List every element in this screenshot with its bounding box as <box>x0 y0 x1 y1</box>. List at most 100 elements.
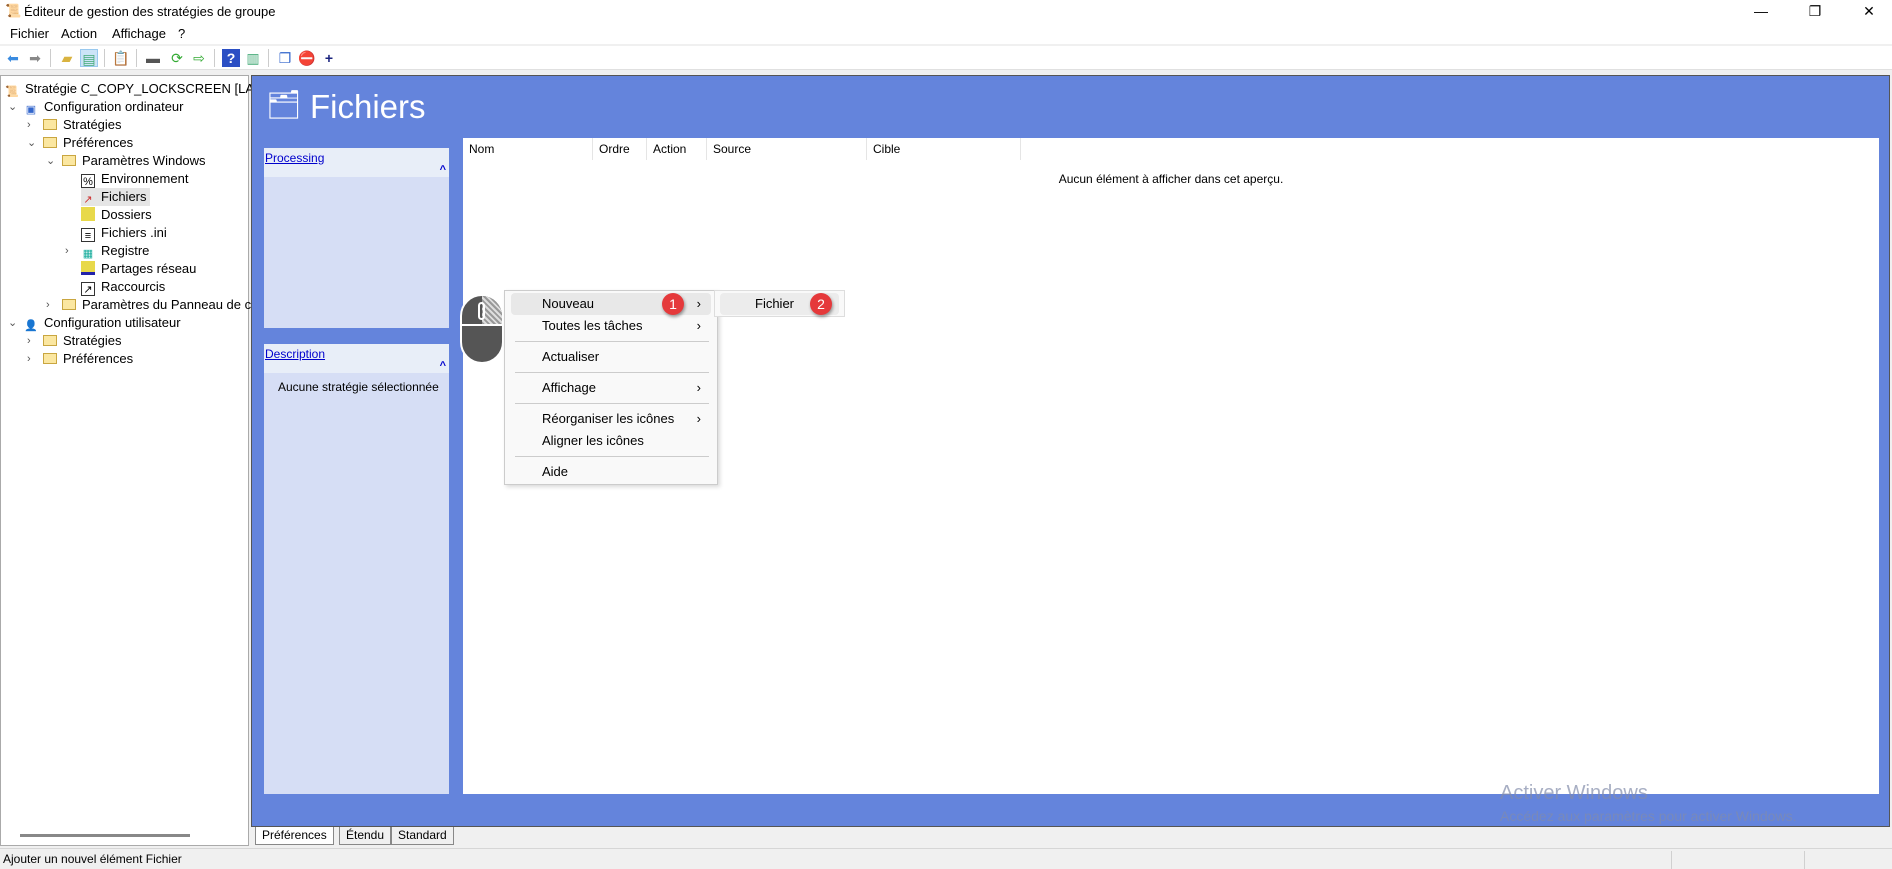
tree-item-user-preferences[interactable]: › Préférences <box>27 350 133 368</box>
export-icon[interactable]: ⇨ <box>190 49 208 67</box>
window-title: Éditeur de gestion des stratégies de gro… <box>24 4 276 19</box>
collapse-icon[interactable]: ^ <box>440 360 446 372</box>
status-bar: Ajouter un nouvel élément Fichier <box>0 848 1892 869</box>
column-ordre[interactable]: Ordre <box>593 138 647 160</box>
refresh-icon[interactable]: ⟳ <box>168 49 186 67</box>
chevron-right-icon: › <box>696 318 701 333</box>
menu-fichier[interactable]: Fichier <box>10 26 49 41</box>
tree-item-parametres-windows[interactable]: ⌄ Paramètres Windows <box>46 152 206 170</box>
menu-item-aide[interactable]: Aide <box>511 461 711 483</box>
description-link[interactable]: Description <box>265 347 325 361</box>
clipboard-icon[interactable]: 📋 <box>112 49 130 67</box>
menu-item-toutes-taches[interactable]: Toutes les tâches › <box>511 315 711 337</box>
horizontal-scrollbar[interactable] <box>20 834 190 837</box>
minimize-button[interactable]: — <box>1738 0 1784 24</box>
menu-affichage[interactable]: Affichage <box>112 26 166 41</box>
navigation-tree: 📜 Stratégie C_COPY_LOCKSCREEN [LADDS1 ⌄ ▣ C… <box>0 75 289 846</box>
menu-item-actualiser[interactable]: Actualiser <box>511 346 711 368</box>
tree-item-preferences[interactable]: ⌄ Préférences <box>27 134 133 152</box>
menu-item-affichage[interactable]: Affichage › <box>511 377 711 399</box>
files-header-icon: 🗂 <box>266 89 302 120</box>
tree-item-registre[interactable]: › ▦ Registre <box>65 242 149 260</box>
column-nom[interactable]: Nom <box>463 138 593 160</box>
folder-icon <box>62 155 76 166</box>
tree-item-user-strategies[interactable]: › Stratégies <box>27 332 122 350</box>
tab-etendu[interactable]: Étendu <box>339 827 392 845</box>
tree-root[interactable]: 📜 Stratégie C_COPY_LOCKSCREEN [LADDS1 <box>5 80 289 98</box>
forward-icon[interactable]: ➡ <box>26 49 44 67</box>
chevron-right-icon: › <box>46 299 50 311</box>
description-box: Description ^ Aucune stratégie sélectionn… <box>264 344 449 794</box>
show-hide-tree-icon[interactable]: ▤ <box>80 49 98 67</box>
menu-item-aligner[interactable]: Aligner les icônes <box>511 430 711 452</box>
menu-action[interactable]: Action <box>61 26 97 41</box>
tree-item-dossiers[interactable]: Dossiers <box>81 206 152 224</box>
tree-item-raccourcis[interactable]: ↗ Raccourcis <box>81 278 165 296</box>
tree-item-config-ordinateur[interactable]: ⌄ ▣ Configuration ordinateur <box>8 98 183 116</box>
maximize-button[interactable]: ❐ <box>1792 0 1838 24</box>
network-share-icon <box>81 261 95 275</box>
chevron-down-icon: ⌄ <box>46 155 56 167</box>
status-text: Ajouter un nouvel élément Fichier <box>3 852 182 866</box>
tab-standard[interactable]: Standard <box>391 827 454 845</box>
chevron-right-icon: › <box>696 411 701 426</box>
column-source[interactable]: Source <box>707 138 867 160</box>
folder-icon <box>43 137 57 148</box>
control-panel-icon <box>62 299 76 310</box>
processing-box: Processing ^ <box>264 148 449 328</box>
up-folder-icon[interactable]: ▰ <box>58 49 76 67</box>
folder-icon <box>43 353 57 364</box>
tree-item-environnement[interactable]: % Environnement <box>81 170 188 188</box>
chevron-down-icon: ⌄ <box>8 101 18 113</box>
menu-help[interactable]: ? <box>178 26 185 41</box>
registry-icon: ▦ <box>82 248 94 260</box>
page-title: Fichiers <box>310 88 426 125</box>
stop-icon[interactable]: ⛔ <box>298 49 316 67</box>
tree-item-partages-reseau[interactable]: Partages réseau <box>81 260 196 278</box>
tree-item-fichiers-ini[interactable]: ≡ Fichiers .ini <box>81 224 167 242</box>
processing-link[interactable]: Processing <box>265 151 324 165</box>
tree-item-config-utilisateur[interactable]: ⌄ 👤 Configuration utilisateur <box>8 314 181 332</box>
step-badge-1: 1 <box>662 293 684 315</box>
chevron-right-icon: › <box>27 119 31 131</box>
column-action[interactable]: Action <box>647 138 707 160</box>
chevron-right-icon: › <box>27 353 31 365</box>
files-icon: ↗ <box>83 194 93 206</box>
app-icon: 📜 <box>5 3 22 18</box>
add-icon[interactable]: + <box>320 49 338 67</box>
back-icon[interactable]: ⬅ <box>4 49 22 67</box>
title-bar: 📜 Éditeur de gestion des stratégies de g… <box>0 0 1892 24</box>
computer-icon: ▣ <box>25 104 37 116</box>
step-badge-2: 2 <box>810 293 832 315</box>
chevron-right-icon: › <box>27 335 31 347</box>
close-button[interactable]: ✕ <box>1846 0 1892 24</box>
menu-item-reorganiser[interactable]: Réorganiser les icônes › <box>511 408 711 430</box>
chevron-down-icon: ⌄ <box>27 137 37 149</box>
chevron-right-icon: › <box>696 296 701 311</box>
print-icon[interactable]: ▬ <box>144 49 162 67</box>
chevron-right-icon: › <box>696 380 701 395</box>
chevron-down-icon: ⌄ <box>8 317 18 329</box>
tree-item-strategies[interactable]: › Stratégies <box>27 116 122 134</box>
shortcut-icon: ↗ <box>81 282 95 296</box>
folder-icon <box>43 335 57 346</box>
user-icon: 👤 <box>24 320 38 332</box>
policy-icon: 📜 <box>5 86 19 98</box>
folder-icon <box>43 119 57 130</box>
empty-message: Aucun élément à afficher dans cet aperçu… <box>1058 172 1284 186</box>
collapse-icon[interactable]: ^ <box>440 164 446 176</box>
folder-icon <box>81 207 95 221</box>
tree-item-fichiers[interactable]: ↗ Fichiers <box>81 188 150 206</box>
show-action-pane-icon[interactable]: ▥ <box>244 49 262 67</box>
tree-item-panneau-config[interactable]: › Paramètres du Panneau de con <box>46 296 266 314</box>
description-text: Aucune stratégie sélectionnée <box>278 380 439 394</box>
watermark-subtitle: Accédez aux paramètres pour activer Wind… <box>1500 808 1797 824</box>
help-icon[interactable]: ? <box>222 49 240 67</box>
toolbar: ⬅ ➡ ▰ ▤ 📋 ▬ ⟳ ⇨ ? ▥ ❐ ⛔ + <box>0 46 1892 70</box>
environment-icon: % <box>81 174 95 188</box>
mouse-right-click-icon <box>460 294 504 364</box>
properties-icon[interactable]: ❐ <box>276 49 294 67</box>
ini-file-icon: ≡ <box>81 228 95 242</box>
tab-preferences[interactable]: Préférences <box>255 827 334 845</box>
column-cible[interactable]: Cible <box>867 138 1021 160</box>
